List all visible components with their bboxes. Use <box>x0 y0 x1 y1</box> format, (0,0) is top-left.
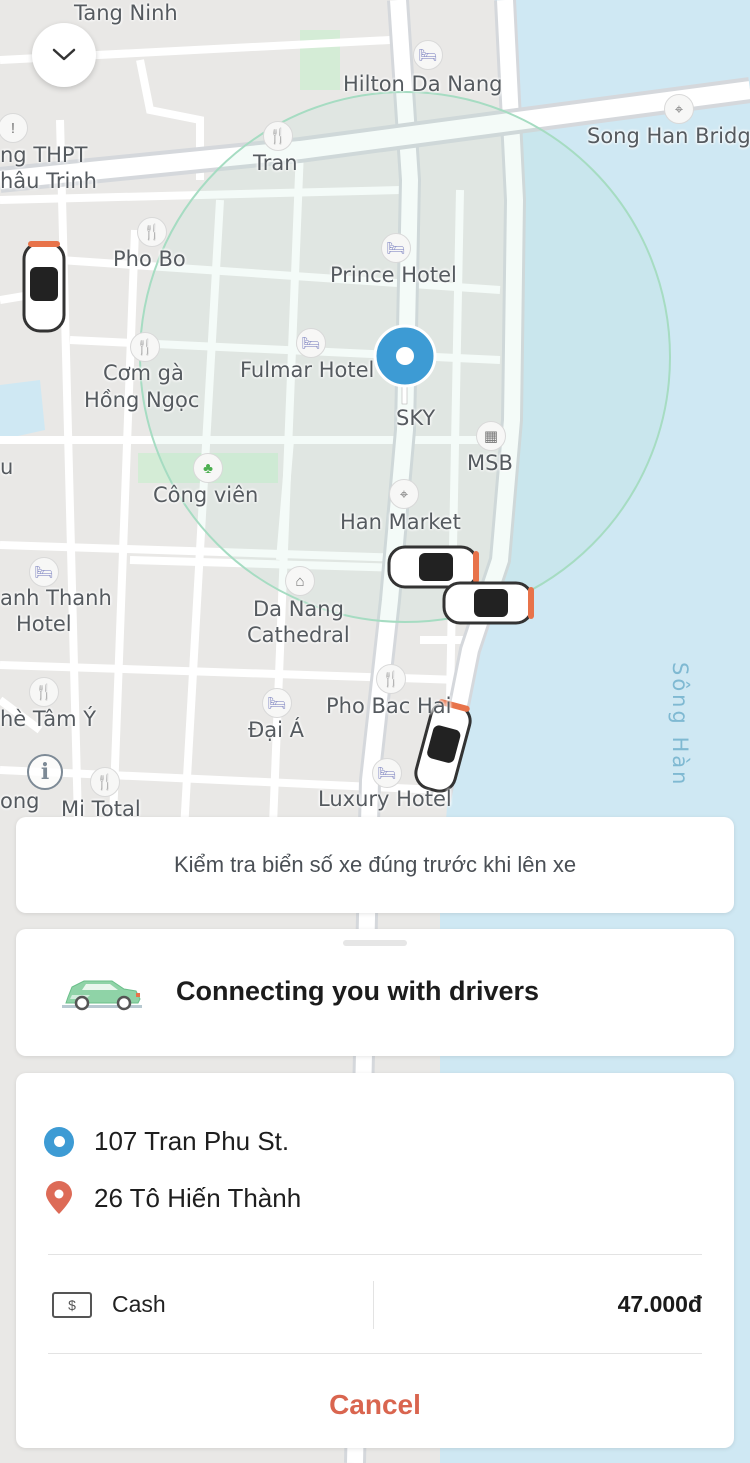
map-label-com-ga: Cơm gà <box>103 361 184 385</box>
map-label-anh-thanh-hotel: Hotel <box>16 612 72 636</box>
map-label-sky: SKY <box>396 406 436 430</box>
map-label-anh-thanh: anh Thanh <box>0 586 112 610</box>
map-label-cathedral: Cathedral <box>247 623 350 647</box>
map-label-prince-hotel: Prince Hotel <box>330 263 457 287</box>
hotel-icon: 🛏 <box>29 557 59 587</box>
map-label-tran: Tran <box>253 151 298 175</box>
map-label-fulmar-hotel: Fulmar Hotel <box>240 358 375 382</box>
map-car-1 <box>22 241 66 333</box>
church-icon: ⌂ <box>285 566 315 596</box>
restaurant-icon: 🍴 <box>90 767 120 797</box>
map-label-song-han-bridge: Song Han Bridg <box>587 124 750 148</box>
notice-text: Kiểm tra biển số xe đúng trước khi lên x… <box>173 852 577 877</box>
map-label-u: u <box>0 455 14 479</box>
map-label-pho-bac-hai: Pho Bac Hai <box>326 694 452 718</box>
map-label-ong: ong <box>0 789 40 813</box>
map-label-tang-ninh: Tang Ninh <box>74 1 178 25</box>
park-icon: ♣ <box>193 453 223 483</box>
hotel-icon: 🛏 <box>381 233 411 263</box>
pickup-location-icon <box>44 1126 74 1157</box>
info-icon[interactable]: i <box>27 754 63 790</box>
fare-price: 47.000đ <box>617 1291 702 1317</box>
map-label-dai-a: Đại Á <box>248 718 305 742</box>
binoculars-icon: ⌖ <box>389 479 419 509</box>
bank-icon: ▦ <box>476 421 506 451</box>
map-label-msb: MSB <box>467 451 513 475</box>
hotel-icon: 🛏 <box>296 328 326 358</box>
pickup-address: 107 Tran Phu St. <box>94 1126 290 1156</box>
payment-separator <box>373 1281 374 1329</box>
binoculars-icon: ⌖ <box>664 94 694 124</box>
hotel-icon: 🛏 <box>372 758 402 788</box>
hotel-icon: 🛏 <box>262 688 292 718</box>
status-title: Connecting you with drivers <box>176 976 540 1006</box>
map-label-pho-bo: Pho Bo <box>113 247 186 271</box>
collapse-button[interactable] <box>32 23 96 87</box>
map-label-da-nang: Da Nang <box>253 597 344 621</box>
map-label-chau-trinh: hâu Trinh <box>0 169 97 193</box>
map-label-luxury-hotel: Luxury Hotel <box>318 787 452 811</box>
chevron-down-icon <box>52 48 76 61</box>
drag-handle[interactable] <box>343 940 407 946</box>
map-car-2 <box>387 545 479 589</box>
driver-search-status-card[interactable]: Connecting you with drivers <box>16 929 734 1056</box>
map-car-3 <box>442 581 534 625</box>
cancel-button[interactable]: Cancel <box>16 1373 734 1437</box>
pickup-row[interactable]: 107 Tran Phu St. <box>44 1126 289 1157</box>
map-label-thpt: ng THPT <box>0 143 88 167</box>
map-label-cong-vien: Công viên <box>153 483 259 507</box>
dropoff-pin-icon <box>46 1181 72 1214</box>
restaurant-icon: 🍴 <box>29 677 59 707</box>
license-plate-notice: Kiểm tra biển số xe đúng trước khi lên x… <box>16 817 734 913</box>
river-label: Sông Hàn <box>668 662 692 788</box>
divider <box>48 1254 702 1255</box>
restaurant-icon: 🍴 <box>137 217 167 247</box>
map-label-tam-y: hè Tâm Ý <box>0 707 97 731</box>
restaurant-icon: 🍴 <box>130 332 160 362</box>
trip-details-card: 107 Tran Phu St. 26 Tô Hiến Thành $ Cash… <box>16 1073 734 1448</box>
cash-icon: $ <box>52 1292 92 1318</box>
car-icon <box>62 980 142 1011</box>
dropoff-address: 26 Tô Hiến Thành <box>94 1182 302 1213</box>
restaurant-icon: 🍴 <box>376 664 406 694</box>
restaurant-icon: 🍴 <box>263 121 293 151</box>
divider <box>48 1353 702 1354</box>
map-label-hong-ngoc: Hồng Ngọc <box>84 388 200 412</box>
payment-method[interactable]: Cash <box>112 1291 166 1318</box>
hotel-icon: 🛏 <box>413 40 443 70</box>
map-label-hilton: Hilton Da Nang <box>343 72 503 96</box>
map-label-han-market: Han Market <box>340 510 461 534</box>
dropoff-row[interactable]: 26 Tô Hiến Thành <box>44 1181 301 1215</box>
